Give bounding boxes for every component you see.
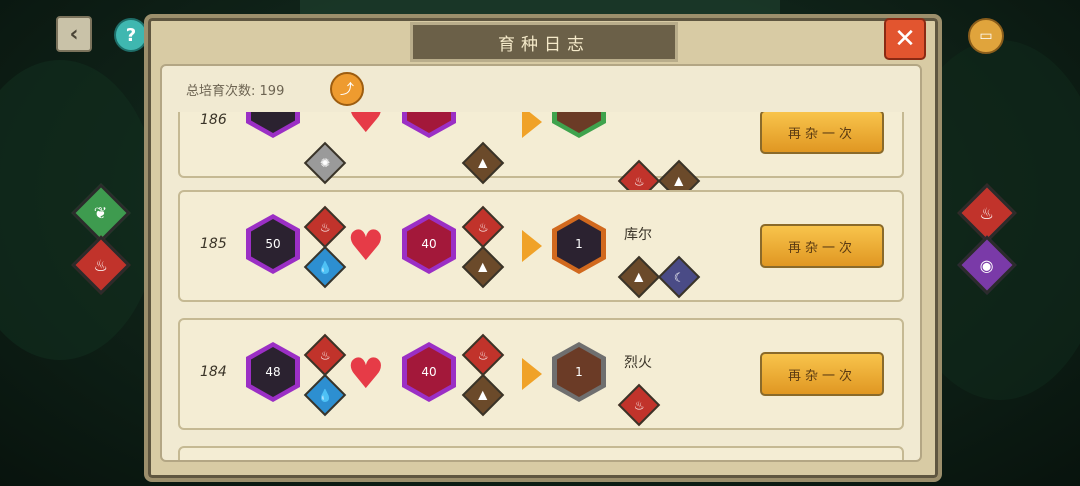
back-arrow-icon: ‹ <box>69 21 79 47</box>
share-button[interactable]: ⤴ <box>330 72 364 106</box>
breed-again-button[interactable]: 再杂一次 <box>760 224 884 268</box>
parent-b-avatar[interactable]: 40 <box>402 342 456 402</box>
share-icon: ⤴ <box>340 82 354 98</box>
breed-again-button[interactable]: 再杂一次 <box>760 112 884 154</box>
breed-again-button[interactable]: 再杂一次 <box>760 352 884 396</box>
fire-icon: ♨ <box>979 203 995 223</box>
element-light-icon: ✺ <box>303 141 347 185</box>
total-breed-label: 总培育次数: <box>186 84 256 99</box>
record-index: 185 <box>200 236 227 252</box>
element-water-icon: 💧 <box>303 373 347 417</box>
help-button[interactable]: ? <box>114 18 148 52</box>
offspring-avatar[interactable]: 1 <box>552 214 606 274</box>
heart-icon: ♥ <box>347 349 385 398</box>
element-fire-icon: ♨ <box>303 333 347 377</box>
result-arrow-icon <box>522 112 542 138</box>
record-row: 184 48 ♨ 💧 ♥ 40 ♨ ▲ 1 烈火 ♨ 再杂一次 <box>178 318 904 430</box>
parent-a-avatar[interactable]: 50 <box>246 214 300 274</box>
record-row: 185 50 ♨ 💧 ♥ 40 ♨ ▲ 1 库尔 ▲ ☾ 再杂一次 <box>178 190 904 302</box>
element-fire-icon: ♨ <box>461 205 505 249</box>
element-fire-icon: ♨ <box>303 205 347 249</box>
book-icon: ▭ <box>979 28 993 44</box>
element-earth-icon: ▲ <box>617 255 661 299</box>
question-icon: ? <box>125 24 137 46</box>
element-fire-icon: ♨ <box>617 383 661 427</box>
parent-b-level: 40 <box>407 347 451 397</box>
fire-icon: ♨ <box>93 255 109 275</box>
eye-icon: ◉ <box>980 255 994 275</box>
bookshelf-button[interactable]: ▭ <box>968 18 1004 54</box>
element-moon-icon: ☾ <box>657 255 701 299</box>
log-content: 总培育次数: 199 ⤴ 186 50 ✺ ♥ 40 ▲ ♨ ▲ 再杂一次 18… <box>160 64 922 462</box>
parent-b-level: 40 <box>407 112 451 133</box>
record-index: 184 <box>200 364 227 380</box>
offspring-avatar[interactable]: 1 <box>552 342 606 402</box>
parent-a-avatar[interactable]: 48 <box>246 342 300 402</box>
offspring-level: 1 <box>557 219 601 269</box>
parent-a-level: 50 <box>251 219 295 269</box>
record-row <box>178 446 904 460</box>
element-fire-icon: ♨ <box>461 333 505 377</box>
parent-a-level: 48 <box>251 347 295 397</box>
total-breed-count: 总培育次数: 199 <box>186 80 284 99</box>
close-button[interactable]: ✕ <box>884 18 926 60</box>
parent-a-level: 50 <box>251 112 295 133</box>
parent-b-avatar[interactable]: 40 <box>402 214 456 274</box>
heart-icon: ♥ <box>347 112 385 142</box>
panel-title: 育种日志 <box>410 22 678 62</box>
parent-b-level: 40 <box>407 219 451 269</box>
offspring-name: 烈火 <box>624 355 652 371</box>
back-button[interactable]: ‹ <box>56 16 92 52</box>
result-arrow-icon <box>522 230 542 262</box>
offspring-level: 1 <box>557 347 601 397</box>
element-earth-icon: ▲ <box>461 373 505 417</box>
offspring-avatar[interactable] <box>552 112 606 138</box>
heart-icon: ♥ <box>347 221 385 270</box>
total-breed-value: 199 <box>259 84 285 99</box>
record-list[interactable]: 186 50 ✺ ♥ 40 ▲ ♨ ▲ 再杂一次 185 50 ♨ 💧 ♥ 40… <box>178 112 904 460</box>
record-index: 186 <box>200 112 227 128</box>
element-earth-icon: ▲ <box>461 141 505 185</box>
close-icon: ✕ <box>894 24 916 54</box>
parent-b-avatar[interactable]: 40 <box>402 112 456 138</box>
record-row: 186 50 ✺ ♥ 40 ▲ ♨ ▲ 再杂一次 <box>178 112 904 203</box>
result-arrow-icon <box>522 358 542 390</box>
element-water-icon: 💧 <box>303 245 347 289</box>
element-earth-icon: ▲ <box>461 245 505 289</box>
leaf-icon: ❦ <box>94 203 108 223</box>
offspring-name: 库尔 <box>624 227 652 243</box>
parent-a-avatar[interactable]: 50 <box>246 112 300 138</box>
